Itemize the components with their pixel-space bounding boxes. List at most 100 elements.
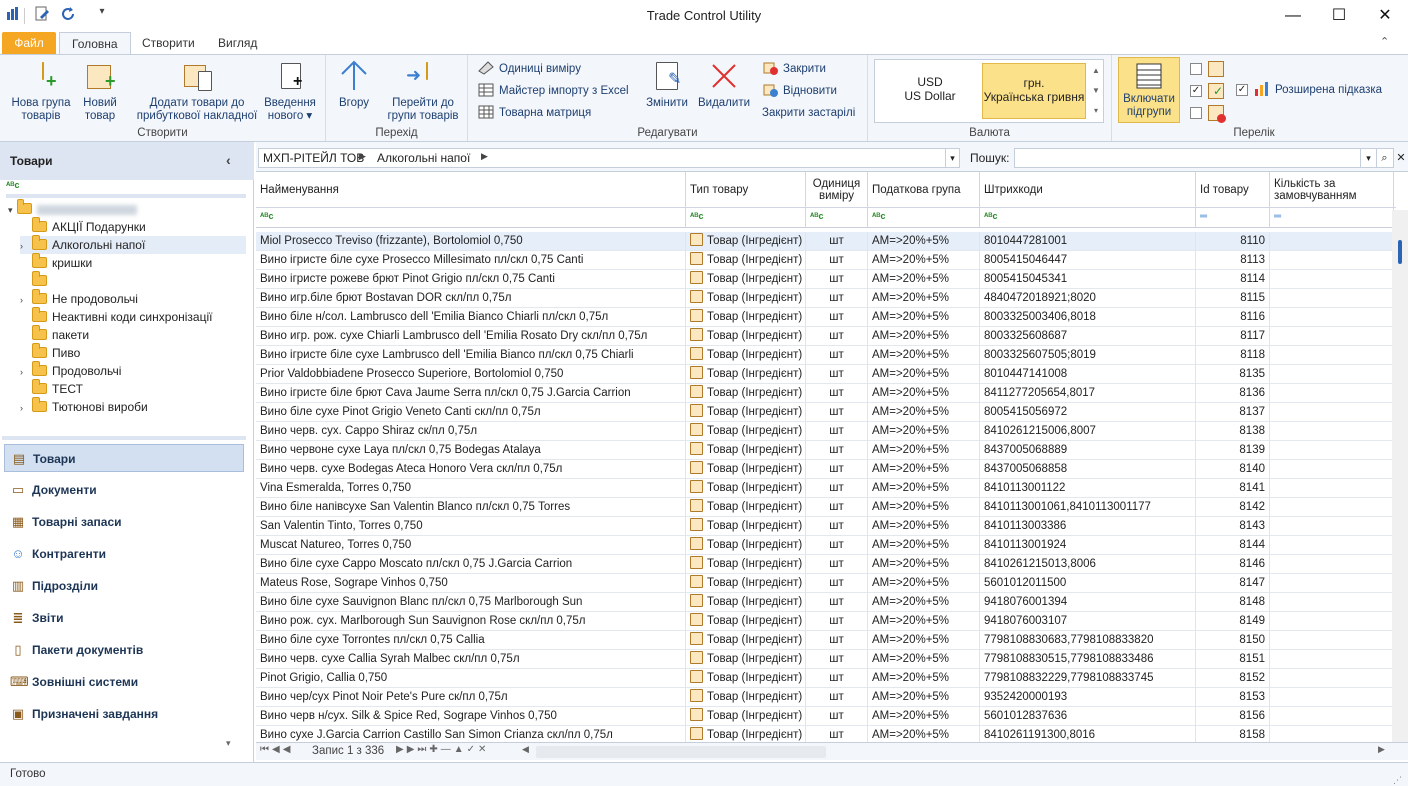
- table-row[interactable]: Prior Valdobbiadene Prosecco Superiore, …: [256, 365, 1396, 384]
- search-input[interactable]: [1014, 148, 1394, 168]
- table-row[interactable]: Вино черв. сухе Callia Syrah Malbec скл/…: [256, 650, 1396, 669]
- nav-section-item[interactable]: ▯ Пакети документів: [4, 636, 244, 664]
- table-row[interactable]: Вино біле н/сол. Lambrusco dell 'Emilia …: [256, 308, 1396, 327]
- expand-icon[interactable]: ›: [20, 237, 32, 255]
- collapse-ribbon-icon[interactable]: ⌃: [1380, 35, 1389, 48]
- matrix-button[interactable]: Товарна матриця: [478, 103, 591, 123]
- nav-section-item[interactable]: ☺ Контрагенти: [4, 540, 244, 568]
- scroll-right-icon[interactable]: ▶: [1378, 744, 1385, 755]
- search-dropdown-icon[interactable]: ▾: [1360, 149, 1376, 167]
- scroll-left-icon[interactable]: ◀: [522, 744, 529, 755]
- column-header[interactable]: Найменування: [256, 172, 686, 208]
- breadcrumb-current[interactable]: Алкогольні напої: [377, 151, 470, 165]
- collapse-pane-icon[interactable]: ‹: [226, 152, 231, 168]
- table-row[interactable]: Вино игр. рож. сухе Chiarli Lambrusco de…: [256, 327, 1396, 346]
- tree-item[interactable]: ТЕСТ: [20, 379, 246, 398]
- table-row[interactable]: Muscat Natureo, Torres 0,750 Товар (Інгре…: [256, 536, 1396, 555]
- filter-checkbox-3[interactable]: [1190, 107, 1202, 119]
- resize-grip-icon[interactable]: ⋰: [1393, 769, 1402, 786]
- tree-item[interactable]: Неактивні коди синхронізації: [20, 307, 246, 326]
- currency-gallery-scroll[interactable]: ▲ ▼ ▾: [1090, 61, 1102, 121]
- nav-section-item[interactable]: ▥ Підрозділи: [4, 572, 244, 600]
- column-filter-cell[interactable]: ᴬᴮc: [686, 208, 806, 228]
- filter-checkbox-1[interactable]: [1190, 63, 1202, 75]
- table-row[interactable]: Вино игр.біле брют Bostavan DOR скл/пл 0…: [256, 289, 1396, 308]
- table-row[interactable]: Vina Esmeralda, Torres 0,750 Товар (Інгре…: [256, 479, 1396, 498]
- nav-section-item[interactable]: ▦ Товарні запаси: [4, 508, 244, 536]
- tree-root[interactable]: ▾: [8, 199, 254, 218]
- search-icon[interactable]: ⌕: [1376, 149, 1392, 167]
- table-row[interactable]: Вино чер/сух Pinot Noir Pete's Pure ск/п…: [256, 688, 1396, 707]
- grid-vertical-scrollbar[interactable]: [1392, 210, 1408, 742]
- column-header[interactable]: Кількість за замовчуванням: [1270, 172, 1394, 208]
- expand-icon[interactable]: ›: [20, 399, 32, 417]
- column-header[interactable]: Податкова група: [868, 172, 980, 208]
- minimize-icon[interactable]: —: [1270, 0, 1316, 32]
- table-row[interactable]: Вино ігристе біле сухе Lambrusco dell 'E…: [256, 346, 1396, 365]
- tree-item[interactable]: АКЦІЇ Подарунки: [20, 217, 246, 236]
- add-to-invoice-button[interactable]: Додати товари до прибуткової накладної: [136, 59, 258, 123]
- nav-section-item[interactable]: ≣ Звіти: [4, 604, 244, 632]
- pager-first-prev-icons[interactable]: ⏮◀◀: [260, 744, 293, 755]
- expand-icon[interactable]: ›: [20, 363, 32, 381]
- breadcrumb-dropdown-icon[interactable]: ▾: [945, 149, 959, 167]
- tree-filter-icon[interactable]: ᴬᴮc: [6, 180, 19, 190]
- column-filter-cell[interactable]: ᴬᴮc: [806, 208, 868, 228]
- table-row[interactable]: Вино біле сухе Cappo Moscato пл/скл 0,75…: [256, 555, 1396, 574]
- table-row[interactable]: Вино черв. сух. Cappo Shiraz ск/пл 0,75л…: [256, 422, 1396, 441]
- column-header[interactable]: Штрихкоди: [980, 172, 1196, 208]
- breadcrumb-root[interactable]: МХП-РІТЕЙЛ ТОВ: [263, 151, 364, 165]
- column-header[interactable]: К: [1394, 172, 1396, 208]
- tab-home[interactable]: Головна: [59, 32, 131, 55]
- table-row[interactable]: Вино ігристе біле брют Cava Jaume Serra …: [256, 384, 1396, 403]
- table-row[interactable]: Miol Prosecco Treviso (frizzante), Borto…: [256, 232, 1396, 251]
- delete-button[interactable]: Видалити: [696, 59, 752, 110]
- nav-section-item[interactable]: ▭ Документи: [4, 476, 244, 504]
- tree-item[interactable]: кришки: [20, 253, 246, 272]
- tab-create[interactable]: Створити: [130, 32, 207, 54]
- breadcrumb[interactable]: МХП-РІТЕЙЛ ТОВ ▶ Алкогольні напої ▶ ▾: [258, 148, 960, 168]
- tree-item[interactable]: › Не продовольчі: [20, 289, 246, 309]
- currency-uah[interactable]: грн. Українська гривня: [982, 63, 1086, 119]
- tree-item[interactable]: Пиво: [20, 343, 246, 362]
- tab-view[interactable]: Вигляд: [206, 32, 269, 54]
- table-row[interactable]: Pinot Grigio, Callia 0,750 Товар (Інгреді…: [256, 669, 1396, 688]
- close-item-button[interactable]: Закрити: [762, 59, 826, 79]
- table-row[interactable]: Mateus Rose, Sogrape Vinhos 0,750 Товар (…: [256, 574, 1396, 593]
- column-header[interactable]: Id товару: [1196, 172, 1270, 208]
- tree-item[interactable]: › Алкогольні напої: [20, 235, 246, 255]
- pager-next-last-edit-icons[interactable]: ▶▶⏭✚—▲✓✕: [396, 744, 489, 755]
- units-button[interactable]: Одиниці виміру: [478, 59, 581, 79]
- tree-item[interactable]: [20, 271, 246, 290]
- nav-more-icon[interactable]: ▾: [226, 738, 231, 749]
- tab-file[interactable]: Файл: [2, 32, 56, 54]
- table-row[interactable]: Вино біле сухе Pinot Grigio Veneto Canti…: [256, 403, 1396, 422]
- nav-section-item[interactable]: ▤ Товари: [4, 444, 244, 472]
- close-icon[interactable]: ✕: [1362, 0, 1408, 32]
- nav-section-item[interactable]: ▣ Призначені завдання: [4, 700, 244, 728]
- up-button[interactable]: Вгору: [332, 59, 376, 110]
- close-obsolete-button[interactable]: Закрити застарілі: [762, 103, 855, 123]
- filter-checkbox-2[interactable]: ✓: [1190, 85, 1202, 97]
- table-row[interactable]: San Valentin Tinto, Torres 0,750 Товар (І…: [256, 517, 1396, 536]
- expand-icon[interactable]: ›: [20, 291, 32, 309]
- tree-item[interactable]: пакети: [20, 325, 246, 344]
- column-filter-cell[interactable]: ═: [1196, 208, 1270, 228]
- clear-search-icon[interactable]: ✕: [1394, 149, 1408, 167]
- maximize-icon[interactable]: ☐: [1316, 0, 1362, 32]
- include-subgroups-button[interactable]: Включати підгрупи: [1118, 57, 1180, 123]
- import-excel-button[interactable]: Майстер імпорту з Excel: [478, 81, 629, 101]
- currency-usd[interactable]: USD US Dollar: [878, 63, 982, 119]
- column-header[interactable]: Тип товару: [686, 172, 806, 208]
- column-filter-cell[interactable]: ═: [1270, 208, 1394, 228]
- tree-item[interactable]: › Продовольчі: [20, 361, 246, 381]
- column-header[interactable]: Одиниця виміру: [806, 172, 868, 208]
- extended-hint-checkbox[interactable]: ✓: [1236, 84, 1248, 96]
- table-row[interactable]: Вино червоне сухе Laya пл/скл 0,75 Bodeg…: [256, 441, 1396, 460]
- table-row[interactable]: Вино біле сухе Torrontes пл/скл 0,75 Cal…: [256, 631, 1396, 650]
- column-filter-cell[interactable]: ᴬᴮc: [868, 208, 980, 228]
- table-row[interactable]: Вино біле сухе Sauvignon Blanc пл/скл 0,…: [256, 593, 1396, 612]
- nav-section-item[interactable]: ⌨ Зовнішні системи: [4, 668, 244, 696]
- column-filter-cell[interactable]: ᴬᴮc: [256, 208, 686, 228]
- horizontal-scroll-thumb[interactable]: [536, 746, 826, 758]
